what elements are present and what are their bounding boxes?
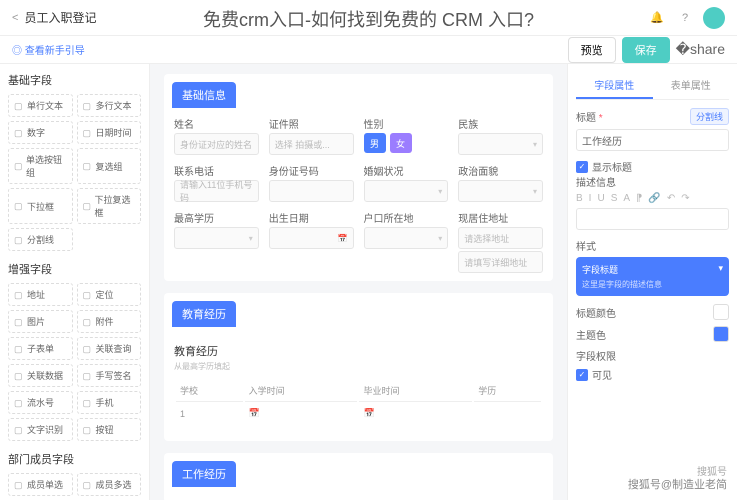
form-field[interactable]: 最高学历▾ <box>174 210 259 273</box>
palette-field[interactable]: ▢子表单 <box>8 337 73 360</box>
palette-field[interactable]: ▢图片 <box>8 310 73 333</box>
desc-input[interactable] <box>576 208 729 230</box>
style-preview[interactable]: 字段标题▾ 这里是字段的描述信息 <box>576 257 729 296</box>
palette-field[interactable]: ▢单选按钮组 <box>8 148 73 184</box>
palette-field[interactable]: ▢单行文本 <box>8 94 73 117</box>
property-panel: 字段属性 表单属性 标题 *分割线 ✓显示标题 描述信息 BIUSA⁋🔗↶↷ 样… <box>567 64 737 500</box>
help-icon[interactable]: ? <box>675 8 695 28</box>
form-field[interactable]: 婚姻状况▾ <box>364 163 449 202</box>
palette-field[interactable]: ▢地址 <box>8 283 73 306</box>
form-field[interactable]: 身份证号码 <box>269 163 354 202</box>
bell-icon[interactable]: 🔔 <box>647 8 667 28</box>
title-color-swatch[interactable] <box>713 304 729 320</box>
palette-field[interactable]: ▢关联数据 <box>8 364 73 387</box>
page-title: 员工入职登记 <box>24 9 96 26</box>
rich-text-toolbar[interactable]: BIUSA⁋🔗↶↷ <box>576 193 729 204</box>
palette-field[interactable]: ▢附件 <box>77 310 142 333</box>
form-field[interactable]: 证件照选择 拍摄或... <box>269 116 354 155</box>
form-field[interactable]: 出生日期📅 <box>269 210 354 273</box>
gender-male[interactable]: 男 <box>364 133 386 153</box>
subheader: ◎ 查看新手引导 预览 保存 �share <box>0 36 737 64</box>
form-field[interactable]: 户口所在地▾ <box>364 210 449 273</box>
form-field[interactable]: 政治面貌▾ <box>458 163 543 202</box>
share-icon[interactable]: �share <box>676 41 725 58</box>
form-field[interactable]: 现居住地址请选择地址请填写详细地址 <box>458 210 543 273</box>
form-canvas: 基础信息姓名身份证对应的姓名证件照选择 拍摄或... 性别男女民族▾ 联系电话请输入… <box>150 64 567 500</box>
show-title-checkbox[interactable]: ✓显示标题 <box>576 159 729 174</box>
palette-field[interactable]: ▢复选组 <box>77 148 142 184</box>
preview-button[interactable]: 预览 <box>568 37 616 63</box>
watermark: 搜狐号@制造业老简 <box>628 476 727 492</box>
palette-field[interactable]: ▢文字识别 <box>8 418 73 441</box>
palette-field[interactable]: ▢下拉复选框 <box>77 188 142 224</box>
palette-field[interactable]: ▢成员单选 <box>8 473 73 496</box>
back-icon[interactable]: < <box>12 12 18 24</box>
field-type-pill: 分割线 <box>690 108 729 125</box>
theme-color-swatch[interactable] <box>713 326 729 342</box>
palette-field[interactable]: ▢流水号 <box>8 391 73 414</box>
form-field[interactable]: 民族▾ <box>458 116 543 155</box>
visible-checkbox[interactable]: ✓可见 <box>576 367 729 382</box>
field-palette: 基础字段▢单行文本▢多行文本▢数字▢日期时间▢单选按钮组▢复选组▢下拉框▢下拉复… <box>0 64 150 500</box>
palette-field[interactable]: ▢关联查询 <box>77 337 142 360</box>
tab-form-props[interactable]: 表单属性 <box>653 72 730 99</box>
section-header[interactable]: 工作经历 <box>172 461 236 487</box>
section-header[interactable]: 基础信息 <box>172 82 236 108</box>
section-header[interactable]: 教育经历 <box>172 301 236 327</box>
palette-field[interactable]: ▢手机 <box>77 391 142 414</box>
save-button[interactable]: 保存 <box>622 37 670 63</box>
palette-field[interactable]: ▢成员多选 <box>77 473 142 496</box>
tab-field-props[interactable]: 字段属性 <box>576 72 653 99</box>
palette-field[interactable]: ▢分割线 <box>8 228 73 251</box>
palette-field[interactable]: ▢手写签名 <box>77 364 142 387</box>
palette-field[interactable]: ▢按钮 <box>77 418 142 441</box>
gender-female[interactable]: 女 <box>390 133 412 153</box>
form-field[interactable]: 性别男女 <box>364 116 449 155</box>
palette-field[interactable]: ▢定位 <box>77 283 142 306</box>
title-input[interactable] <box>576 129 729 151</box>
guide-link[interactable]: ◎ 查看新手引导 <box>12 42 85 57</box>
palette-field[interactable]: ▢数字 <box>8 121 73 144</box>
form-field[interactable]: 联系电话请输入11位手机号码 <box>174 163 259 202</box>
palette-field[interactable]: ▢多行文本 <box>77 94 142 117</box>
app-header: < 员工入职登记 🔔 ? <box>0 0 737 36</box>
form-field[interactable]: 姓名身份证对应的姓名 <box>174 116 259 155</box>
palette-field[interactable]: ▢日期时间 <box>77 121 142 144</box>
avatar[interactable] <box>703 7 725 29</box>
palette-field[interactable]: ▢下拉框 <box>8 188 73 224</box>
